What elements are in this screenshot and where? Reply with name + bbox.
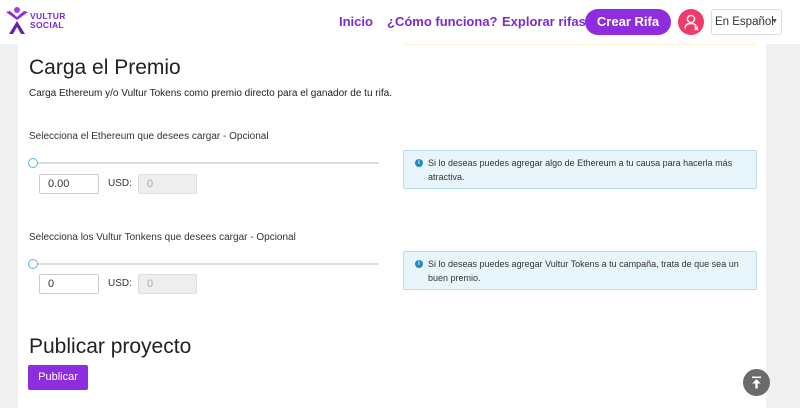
ethereum-label: Selecciona el Ethereum que desees cargar… <box>29 131 269 142</box>
tokens-slider-handle[interactable] <box>28 259 38 269</box>
caret-down-icon: ▼ <box>771 18 778 25</box>
ethereum-amount-input[interactable]: 0.00 <box>39 174 99 194</box>
language-select-value: En Español <box>715 16 774 28</box>
info-icon: i <box>415 159 423 167</box>
nav-link-inicio[interactable]: Inicio <box>339 14 373 29</box>
info-icon: i <box>415 260 423 268</box>
ethereum-slider-handle[interactable] <box>28 158 38 168</box>
tokens-slider-track[interactable] <box>33 263 379 265</box>
warning-box-edge <box>403 44 757 45</box>
scroll-to-top-button[interactable] <box>743 369 770 396</box>
ethereum-usd-field: 0 <box>138 174 197 194</box>
language-select[interactable]: En Español ▼ <box>711 9 782 35</box>
top-navbar: VULTUR SOCIAL Inicio ¿Cómo funciona? Exp… <box>0 0 800 44</box>
tokens-info-alert: i Si lo deseas puedes agregar Vultur Tok… <box>403 251 757 290</box>
publish-button[interactable]: Publicar <box>28 365 88 390</box>
prize-section-title: Carga el Premio <box>29 56 181 79</box>
tokens-usd-field: 0 <box>138 274 197 294</box>
tokens-label: Selecciona los Vultur Tonkens que desees… <box>29 232 296 243</box>
arrow-up-to-top-icon <box>752 376 761 389</box>
vultur-social-logo[interactable]: VULTUR SOCIAL <box>4 4 74 38</box>
ethereum-info-alert: i Si lo deseas puedes agregar algo de Et… <box>403 150 757 189</box>
user-avatar-icon <box>684 14 699 31</box>
ethereum-slider-track[interactable] <box>33 162 379 164</box>
tokens-usd-label: USD: <box>108 278 132 289</box>
logo-text: VULTUR SOCIAL <box>30 12 66 30</box>
nav-link-como-funciona[interactable]: ¿Cómo funciona? <box>387 14 498 29</box>
tokens-amount-input[interactable]: 0 <box>39 274 99 294</box>
tokens-info-text: Si lo deseas puedes agregar Vultur Token… <box>428 259 739 283</box>
user-avatar[interactable] <box>678 9 704 35</box>
create-raffle-button[interactable]: Crear Rifa <box>585 9 671 35</box>
ethereum-usd-label: USD: <box>108 178 132 189</box>
logo-line-2: SOCIAL <box>30 20 64 30</box>
nav-link-explorar-rifas[interactable]: Explorar rifas <box>502 14 586 29</box>
vultur-social-logo-icon <box>6 7 28 34</box>
ethereum-info-text: Si lo deseas puedes agregar algo de Ethe… <box>428 158 733 182</box>
publish-section-title: Publicar proyecto <box>29 335 192 358</box>
prize-section-subtitle: Carga Ethereum y/o Vultur Tokens como pr… <box>29 88 392 99</box>
